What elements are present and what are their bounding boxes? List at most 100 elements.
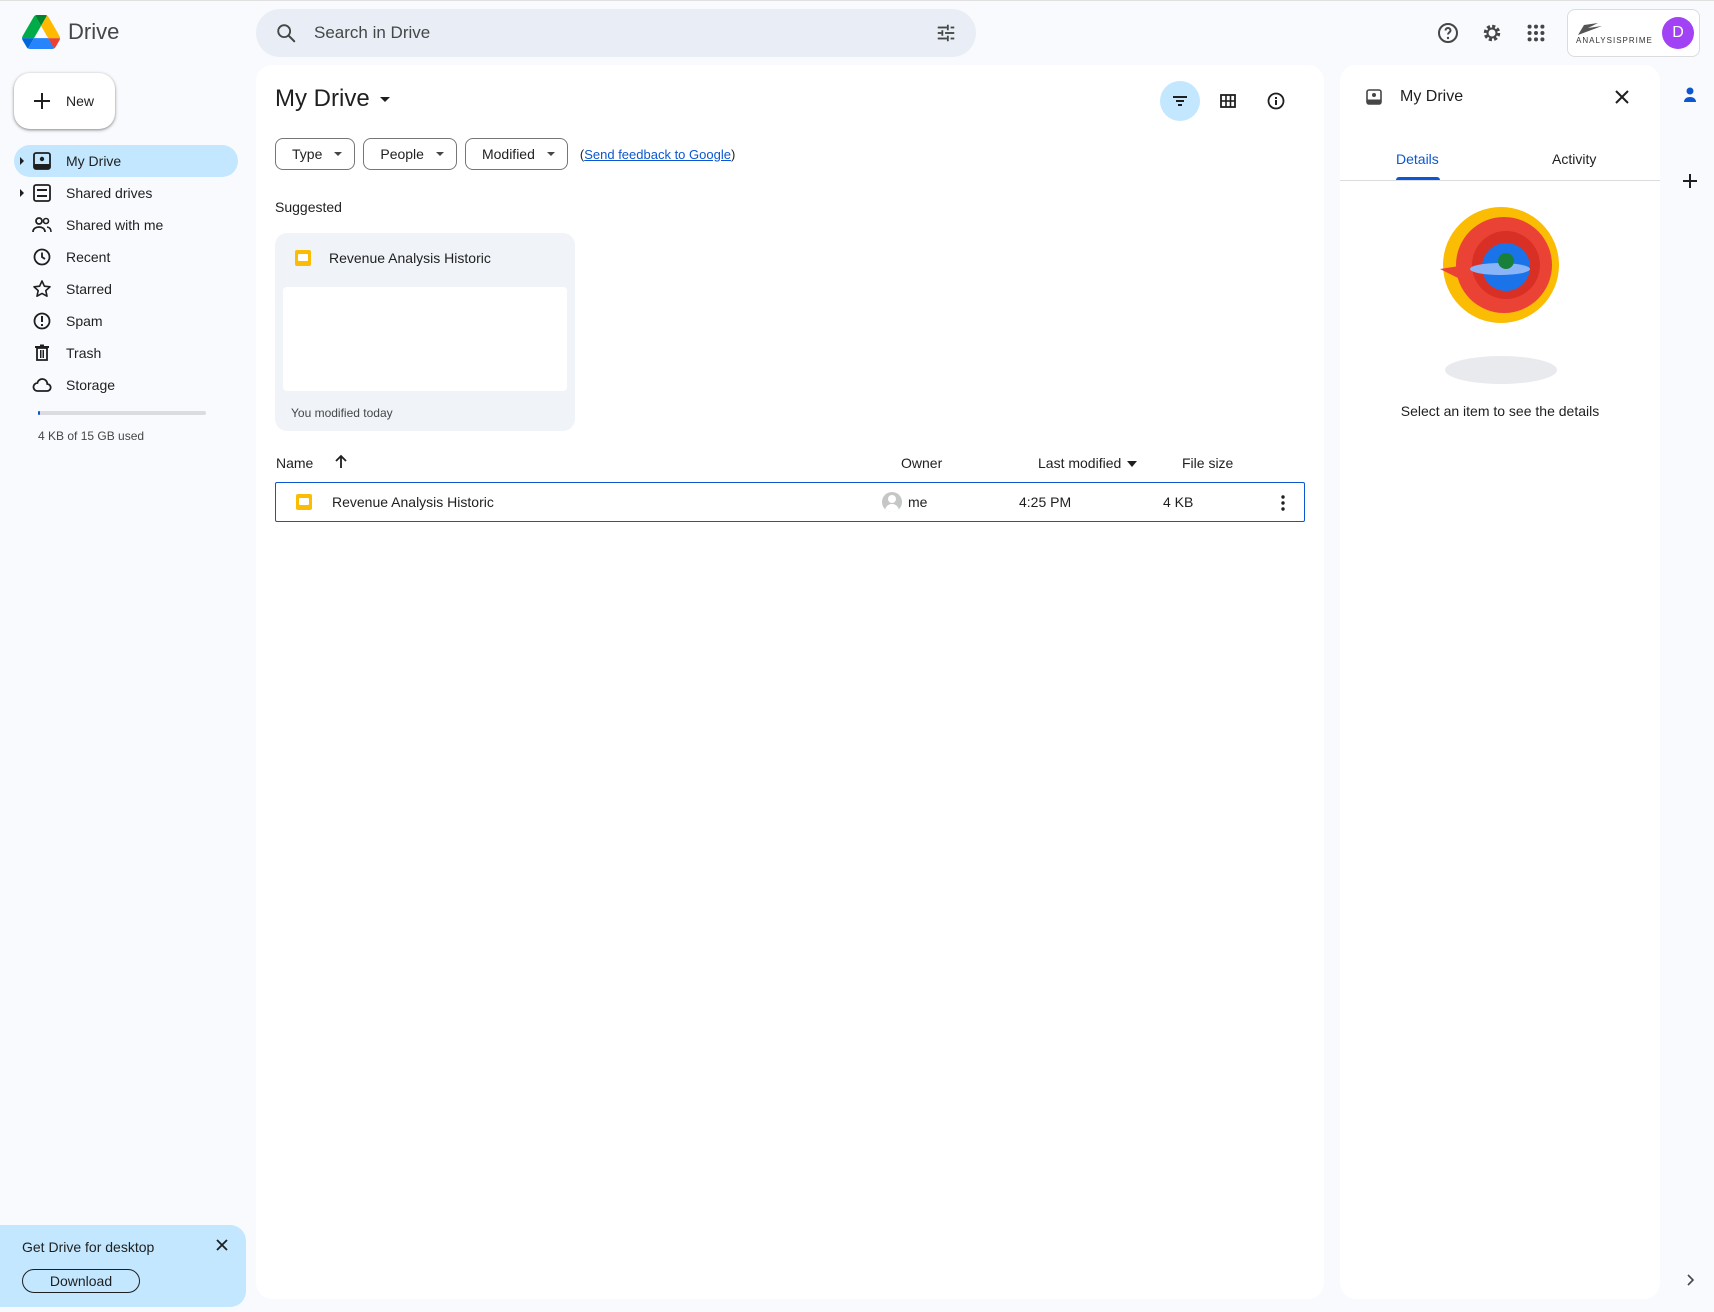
people-filter-chip[interactable]: People bbox=[363, 138, 457, 170]
expand-arrow-icon[interactable] bbox=[20, 157, 24, 165]
download-button[interactable]: Download bbox=[22, 1269, 140, 1293]
drive-app: Drive Search in Drive ANALYSISPRIME D Ne… bbox=[0, 0, 1714, 1312]
sidebar-item-spam[interactable]: Spam bbox=[14, 305, 238, 337]
grid-view-icon[interactable] bbox=[1208, 81, 1248, 121]
card-file-name: Revenue Analysis Historic bbox=[329, 250, 491, 266]
sidebar-item-my-drive[interactable]: My Drive bbox=[14, 145, 238, 177]
chevron-right-icon[interactable] bbox=[1683, 1273, 1697, 1287]
sidebar-item-starred[interactable]: Starred bbox=[14, 273, 238, 305]
suggested-heading: Suggested bbox=[275, 199, 342, 215]
sidebar-nav: My Drive Shared drives Shared with me Re… bbox=[14, 145, 238, 401]
column-label: Name bbox=[276, 455, 314, 471]
chip-label: Modified bbox=[481, 146, 535, 162]
app-name: Drive bbox=[68, 19, 120, 44]
add-addon-icon[interactable] bbox=[1680, 171, 1700, 191]
account-switcher[interactable]: ANALYSISPRIME D bbox=[1567, 9, 1700, 57]
star-icon bbox=[33, 280, 51, 297]
sort-arrow-up-icon[interactable] bbox=[333, 454, 349, 470]
storage-progress-bar bbox=[38, 411, 206, 415]
last-modified-column-header[interactable]: Last modified bbox=[1038, 455, 1138, 471]
page-title[interactable]: My Drive bbox=[275, 85, 390, 113]
sidebar-item-recent[interactable]: Recent bbox=[14, 241, 238, 273]
promo-title: Get Drive for desktop bbox=[22, 1239, 155, 1255]
settings-gear-icon[interactable] bbox=[1472, 13, 1512, 53]
search-input[interactable]: Search in Drive bbox=[310, 23, 922, 43]
info-icon[interactable] bbox=[1256, 81, 1296, 121]
drive-logo-icon bbox=[22, 15, 60, 49]
tab-details[interactable]: Details bbox=[1396, 151, 1439, 167]
contacts-icon[interactable] bbox=[1680, 85, 1700, 105]
file-name: Revenue Analysis Historic bbox=[332, 494, 494, 510]
file-size-column-header: File size bbox=[1182, 455, 1234, 471]
people-icon bbox=[32, 217, 52, 233]
main-panel: My Drive Type People Modified (Send feed… bbox=[256, 65, 1324, 1299]
sidebar-item-storage[interactable]: Storage bbox=[14, 369, 238, 401]
table-row[interactable]: Revenue Analysis Historic me 4:25 PM 4 K… bbox=[275, 482, 1305, 522]
suggested-file-card[interactable]: Revenue Analysis Historic You modified t… bbox=[275, 233, 575, 431]
sidebar-item-trash[interactable]: Trash bbox=[14, 337, 238, 369]
file-size: 4 KB bbox=[1163, 494, 1194, 510]
details-tabs: Details Activity bbox=[1340, 137, 1660, 181]
apps-grid-icon[interactable] bbox=[1516, 13, 1556, 53]
page-title-text: My Drive bbox=[275, 85, 370, 112]
chip-label: Type bbox=[292, 146, 323, 162]
close-icon[interactable] bbox=[1610, 85, 1634, 109]
search-options-icon[interactable] bbox=[922, 22, 970, 44]
spam-icon bbox=[33, 312, 51, 330]
slides-file-icon bbox=[295, 250, 311, 266]
sidebar-item-label: Starred bbox=[66, 281, 112, 297]
chip-label: People bbox=[380, 146, 424, 162]
details-panel: My Drive Details Activity Select an item… bbox=[1340, 65, 1660, 1299]
chevron-down-icon bbox=[546, 152, 555, 156]
sidebar-item-shared-with-me[interactable]: Shared with me bbox=[14, 209, 238, 241]
user-avatar[interactable]: D bbox=[1662, 17, 1694, 49]
column-label: Last modified bbox=[1038, 455, 1122, 471]
modified-filter-chip[interactable]: Modified bbox=[464, 138, 568, 170]
my-drive-icon bbox=[33, 152, 51, 170]
owner-column-header: Owner bbox=[901, 455, 943, 471]
sort-down-icon bbox=[1127, 461, 1138, 468]
search-icon[interactable] bbox=[262, 22, 310, 44]
tab-activity[interactable]: Activity bbox=[1552, 151, 1596, 167]
trash-icon bbox=[35, 344, 49, 361]
send-feedback-link[interactable]: Send feedback to Google bbox=[584, 147, 731, 162]
card-footer: You modified today bbox=[291, 406, 393, 420]
owner-avatar-icon bbox=[882, 492, 902, 512]
drive-logo[interactable]: Drive bbox=[22, 15, 119, 49]
filter-chips: Type People Modified (Send feedback to G… bbox=[275, 138, 735, 170]
storage-usage-text: 4 KB of 15 GB used bbox=[38, 429, 145, 443]
expand-arrow-icon[interactable] bbox=[20, 189, 24, 197]
card-header: Revenue Analysis Historic bbox=[295, 250, 491, 266]
file-owner: me bbox=[908, 494, 928, 510]
plus-icon bbox=[34, 93, 50, 109]
card-preview bbox=[283, 287, 567, 391]
sidebar-item-shared-drives[interactable]: Shared drives bbox=[14, 177, 238, 209]
feedback-text: (Send feedback to Google) bbox=[580, 147, 735, 162]
sidebar-item-label: Spam bbox=[66, 313, 103, 329]
empty-state-illustration bbox=[1440, 207, 1559, 384]
search-bar[interactable]: Search in Drive bbox=[256, 9, 976, 57]
sidebar-item-label: Shared drives bbox=[66, 185, 153, 201]
file-modified: 4:25 PM bbox=[1019, 494, 1072, 510]
sidebar-item-label: Recent bbox=[66, 249, 111, 265]
side-rail bbox=[1666, 65, 1714, 1299]
chevron-down-icon bbox=[435, 152, 444, 156]
shared-drives-icon bbox=[33, 184, 51, 202]
help-icon[interactable] bbox=[1428, 13, 1468, 53]
slides-file-icon bbox=[296, 494, 312, 513]
org-logo: ANALYSISPRIME bbox=[1568, 13, 1654, 53]
org-wing-icon bbox=[1578, 22, 1602, 35]
my-drive-icon bbox=[1366, 89, 1382, 105]
top-actions bbox=[1428, 13, 1556, 53]
clock-icon bbox=[33, 248, 51, 266]
filter-list-icon[interactable] bbox=[1160, 81, 1200, 121]
more-actions-icon[interactable] bbox=[1273, 493, 1293, 513]
type-filter-chip[interactable]: Type bbox=[275, 138, 356, 170]
sidebar-item-label: My Drive bbox=[66, 153, 122, 169]
active-tab-indicator bbox=[1396, 177, 1440, 180]
name-column-header[interactable]: Name bbox=[276, 455, 313, 471]
storage-progress-fill bbox=[38, 411, 40, 415]
close-promo-icon[interactable] bbox=[212, 1235, 232, 1255]
new-button[interactable]: New bbox=[14, 73, 115, 129]
feedback-paren-close: ) bbox=[730, 146, 736, 162]
